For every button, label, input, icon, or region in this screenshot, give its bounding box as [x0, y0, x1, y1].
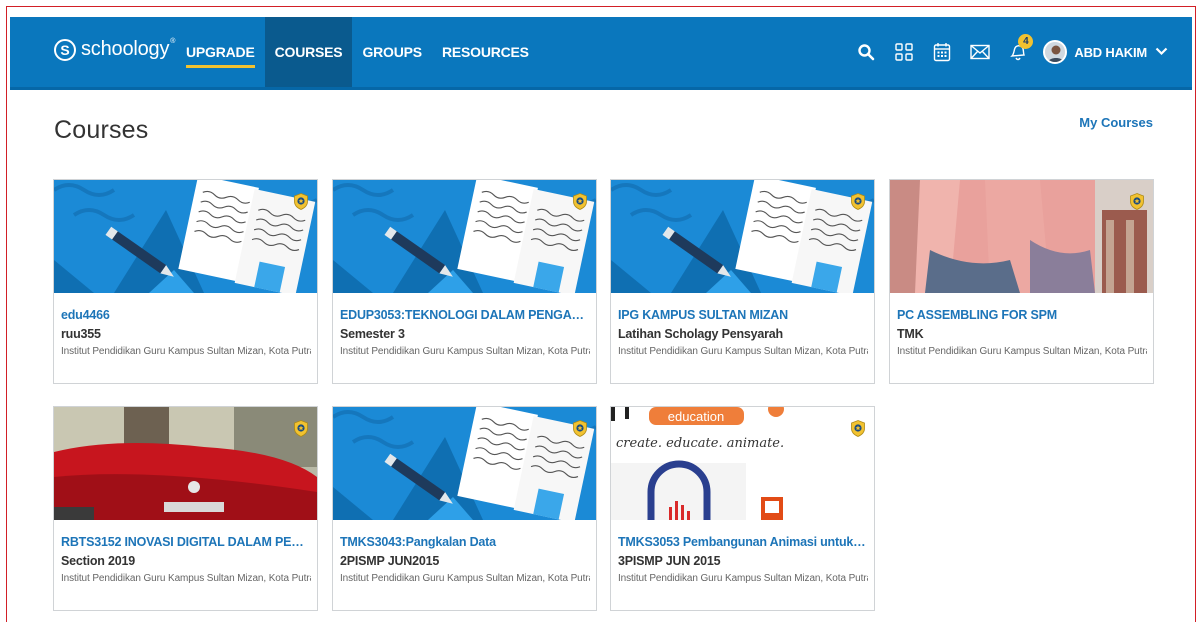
notifications-bell-icon[interactable]: 4	[1003, 34, 1034, 67]
logo-trademark: ®	[170, 38, 176, 45]
admin-shield-icon	[294, 420, 308, 442]
course-card[interactable]: IPG KAMPUS SULTAN MIZAN Latihan Scholagy…	[610, 179, 875, 384]
course-education-animation-graphic: education create. educate. animate.	[611, 407, 874, 520]
course-title[interactable]: PC ASSEMBLING FOR SPM	[897, 308, 1147, 322]
course-school: Institut Pendidikan Guru Kampus Sultan M…	[618, 346, 868, 357]
course-card[interactable]: RBTS3152 INOVASI DIGITAL DALAM PENGAJAR.…	[53, 406, 318, 611]
user-name[interactable]: ABD HAKIM	[1074, 45, 1147, 60]
logo-text: schoology	[81, 38, 170, 60]
course-section: Latihan Scholagy Pensyarah	[618, 327, 783, 341]
course-title[interactable]: edu4466	[61, 308, 311, 322]
course-title[interactable]: IPG KAMPUS SULTAN MIZAN	[618, 308, 868, 322]
course-card[interactable]: TMKS3043:Pangkalan Data 2PISMP JUN2015 I…	[332, 406, 597, 611]
course-school: Institut Pendidikan Guru Kampus Sultan M…	[618, 573, 868, 584]
course-default-illustration	[333, 407, 596, 520]
user-avatar[interactable]	[1043, 40, 1068, 64]
app-frame: S schoology® UPGRADE COURSES GROUPS RESO…	[6, 6, 1196, 622]
logo-mark: S	[54, 38, 76, 61]
course-default-illustration	[333, 180, 596, 293]
top-navigation-bar: S schoology® UPGRADE COURSES GROUPS RESO…	[10, 17, 1192, 90]
chevron-down-icon[interactable]	[1155, 43, 1168, 61]
nav-courses[interactable]: COURSES	[264, 17, 353, 87]
messages-envelope-icon[interactable]	[965, 37, 995, 67]
course-section: Semester 3	[340, 327, 405, 341]
admin-shield-icon	[851, 420, 865, 442]
course-title[interactable]: TMKS3053 Pembangunan Animasi untuk Peng.…	[618, 535, 868, 549]
admin-shield-icon	[573, 420, 587, 442]
admin-shield-icon	[294, 193, 308, 215]
course-card[interactable]: PC ASSEMBLING FOR SPM TMK Institut Pendi…	[889, 179, 1154, 384]
course-school: Institut Pendidikan Guru Kampus Sultan M…	[340, 573, 590, 584]
course-default-illustration	[611, 180, 874, 293]
education-caption: create. educate. animate.	[616, 436, 784, 451]
course-section: Section 2019	[61, 554, 136, 568]
apps-grid-icon[interactable]	[889, 37, 919, 67]
course-school: Institut Pendidikan Guru Kampus Sultan M…	[61, 573, 311, 584]
course-photo-red-car	[54, 407, 317, 520]
course-card[interactable]: edu4466 ruu355 Institut Pendidikan Guru …	[53, 179, 318, 384]
calendar-icon[interactable]	[927, 37, 957, 67]
course-section: ruu355	[61, 327, 101, 341]
course-section: 3PISMP JUN 2015	[618, 554, 721, 568]
course-title[interactable]: TMKS3043:Pangkalan Data	[340, 535, 590, 549]
schoology-logo[interactable]: S schoology®	[54, 38, 175, 61]
course-card[interactable]: EDUP3053:TEKNOLOGI DALAM PENGAJARAN D...…	[332, 179, 597, 384]
course-title[interactable]: RBTS3152 INOVASI DIGITAL DALAM PENGAJAR.…	[61, 535, 311, 549]
admin-shield-icon	[573, 193, 587, 215]
course-school: Institut Pendidikan Guru Kampus Sultan M…	[340, 346, 590, 357]
notification-badge: 4	[1018, 34, 1034, 49]
course-section: TMK	[897, 327, 924, 341]
main-nav: UPGRADE COURSES GROUPS RESOURCES	[176, 17, 539, 87]
course-card[interactable]: education create. educate. animate. TMKS…	[610, 406, 875, 611]
course-school: Institut Pendidikan Guru Kampus Sultan M…	[897, 346, 1147, 357]
nav-upgrade[interactable]: UPGRADE	[176, 17, 265, 87]
admin-shield-icon	[851, 193, 865, 215]
course-title[interactable]: EDUP3053:TEKNOLOGI DALAM PENGAJARAN D...	[340, 308, 590, 322]
course-default-illustration	[54, 180, 317, 293]
course-school: Institut Pendidikan Guru Kampus Sultan M…	[61, 346, 311, 357]
admin-shield-icon	[1130, 193, 1144, 215]
course-photo-pink-fabric	[890, 180, 1153, 293]
nav-utilities: 4 ABD HAKIM	[843, 17, 1168, 87]
nav-resources[interactable]: RESOURCES	[432, 17, 539, 87]
search-icon[interactable]	[851, 37, 881, 67]
my-courses-link[interactable]: My Courses	[1079, 115, 1153, 130]
course-section: 2PISMP JUN2015	[340, 554, 440, 568]
page-title: Courses	[54, 116, 149, 144]
nav-groups[interactable]: GROUPS	[352, 17, 431, 87]
education-tag: education	[668, 409, 724, 424]
